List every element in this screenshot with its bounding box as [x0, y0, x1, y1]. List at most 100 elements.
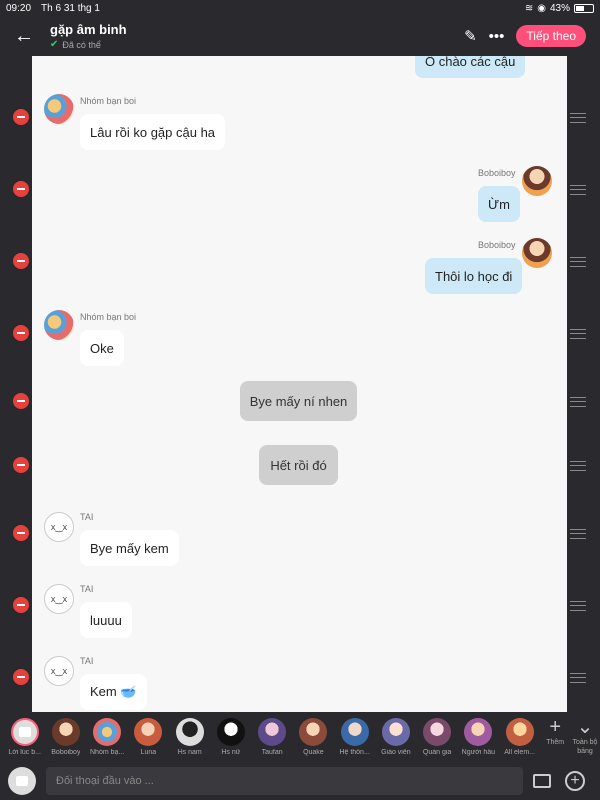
contact-name: Quản gia [422, 749, 452, 756]
chat-title: gặp âm binh [50, 22, 127, 37]
add-circle-icon[interactable]: + [565, 771, 585, 791]
message-bubble[interactable]: Ô chào các cậu [415, 56, 526, 78]
ghost-avatar[interactable]: x‿x [44, 656, 74, 686]
chat-mode-icon[interactable] [8, 767, 36, 795]
drag-handle-icon[interactable] [570, 529, 586, 539]
sender-name: TAI [80, 584, 94, 594]
back-arrow-icon[interactable]: ← [14, 25, 38, 48]
contact-item[interactable]: Giáo viên [375, 712, 416, 756]
remove-icon[interactable] [13, 597, 29, 613]
add-character-button[interactable]: + Thêm [540, 712, 570, 747]
narration-bubble[interactable]: Hết rồi đó [259, 445, 338, 485]
input-bar: + [0, 762, 600, 800]
contact-item[interactable]: Hệ thốn... [334, 712, 375, 756]
contact-item[interactable]: Taufan [252, 712, 293, 756]
avatar [381, 718, 410, 746]
message-bubble[interactable]: Kem 🥣 [80, 674, 147, 710]
contact-item[interactable]: Người hầu [458, 712, 499, 756]
avatar [299, 718, 328, 746]
chevron-down-icon: ⌄ [576, 716, 594, 738]
avatar [258, 718, 287, 746]
message-bubble[interactable]: Oke [80, 330, 124, 366]
chat-panel[interactable]: Ô chào các cậu Nhóm bạn boi Lâu rồi ko g… [32, 56, 567, 712]
drag-handle-icon[interactable] [570, 257, 586, 267]
battery-icon [574, 3, 594, 13]
avatar[interactable] [44, 310, 74, 340]
remove-icon[interactable] [13, 109, 29, 125]
message-input[interactable] [46, 767, 523, 795]
all-label: Toàn bộ bảng [572, 739, 598, 755]
battery-percent: 43% [549, 2, 570, 14]
chat-subtitle-text: Đã có thể [62, 39, 101, 50]
title-group: gặp âm binh ✔ Đã có thể [50, 22, 127, 50]
contact-item[interactable]: Quản gia [417, 712, 458, 756]
avatar [464, 718, 493, 746]
remove-icon[interactable] [13, 253, 29, 269]
remove-icon[interactable] [13, 393, 29, 409]
message-bubble[interactable]: Ừm [478, 186, 520, 222]
avatar[interactable] [522, 238, 552, 268]
drag-handle-icon[interactable] [570, 329, 586, 339]
contact-name: Hs nữ [221, 749, 241, 756]
drag-handle-icon[interactable] [570, 397, 586, 407]
contact-item[interactable]: All elem... [499, 712, 540, 756]
avatar [134, 718, 163, 746]
remove-icon[interactable] [13, 525, 29, 541]
contact-item[interactable]: Quake [293, 712, 334, 756]
remove-icon[interactable] [13, 669, 29, 685]
avatar[interactable] [44, 94, 74, 124]
sender-name: Nhóm bạn boi [80, 312, 137, 322]
remove-column [0, 56, 32, 712]
chat-subtitle: ✔ Đã có thể [50, 39, 127, 50]
drag-handle-icon[interactable] [570, 673, 586, 683]
sender-name: TAI [80, 512, 94, 522]
status-time: 09:20 [6, 2, 32, 14]
sender-name: Nhóm bạn boi [80, 96, 137, 106]
pencil-icon[interactable]: ✎ [464, 27, 477, 45]
contact-item[interactable]: Boboiboy [45, 712, 86, 756]
message-bubble[interactable]: luuuu [80, 602, 132, 638]
contact-item[interactable]: Luna [128, 712, 169, 756]
contact-item[interactable]: Hs nam [169, 712, 210, 756]
wifi-icon: ≋ [524, 2, 534, 14]
message-bubble[interactable]: Thôi lo học đi [425, 258, 523, 294]
narration-bubble[interactable]: Bye mấy ní nhen [240, 381, 357, 421]
contact-name: Nhóm bạ... [90, 749, 125, 756]
avatar [175, 718, 204, 746]
drag-handle-icon[interactable] [570, 601, 586, 611]
status-right: ≋ ◉ 43% [525, 3, 594, 14]
avatar [216, 718, 245, 746]
more-dots-icon[interactable]: ••• [489, 28, 505, 45]
contact-name: Giáo viên [381, 749, 411, 756]
drag-handle-icon[interactable] [570, 185, 586, 195]
follow-button[interactable]: Tiếp theo [516, 25, 586, 47]
ghost-avatar[interactable]: x‿x [44, 512, 74, 542]
remove-icon[interactable] [13, 457, 29, 473]
contact-item[interactable]: Nhóm bạ... [87, 712, 128, 756]
contact-name: Hệ thốn... [339, 749, 370, 756]
contact-narration[interactable]: Lời lúc b... [4, 712, 45, 756]
sender-name: Boboiboy [478, 168, 516, 178]
sender-name: TAI [80, 656, 94, 666]
chat-header: ← gặp âm binh ✔ Đã có thể ✎ ••• Tiếp the… [0, 16, 600, 56]
remove-icon[interactable] [13, 181, 29, 197]
check-icon: ✔ [50, 39, 59, 50]
drag-handle-icon[interactable] [570, 461, 586, 471]
contact-item[interactable]: Hs nữ [210, 712, 251, 756]
remove-icon[interactable] [13, 325, 29, 341]
chat-bubble-icon [10, 718, 39, 746]
image-icon[interactable] [533, 774, 551, 788]
plus-icon: + [549, 716, 561, 738]
avatar[interactable] [522, 166, 552, 196]
avatar [51, 718, 80, 746]
ghost-avatar[interactable]: x‿x [44, 584, 74, 614]
drag-handle-icon[interactable] [570, 113, 586, 123]
contact-name: Boboiboy [51, 749, 81, 756]
message-bubble[interactable]: Lâu rồi ko gặp cậu ha [80, 114, 226, 150]
location-icon: ◉ [537, 2, 546, 14]
all-characters-button[interactable]: ⌄ Toàn bộ bảng [570, 712, 600, 756]
message-bubble[interactable]: Bye mấy kem [80, 530, 179, 566]
avatar [93, 718, 122, 746]
sender-name: Boboiboy [478, 240, 516, 250]
contact-name: Lời lúc b... [8, 749, 41, 756]
